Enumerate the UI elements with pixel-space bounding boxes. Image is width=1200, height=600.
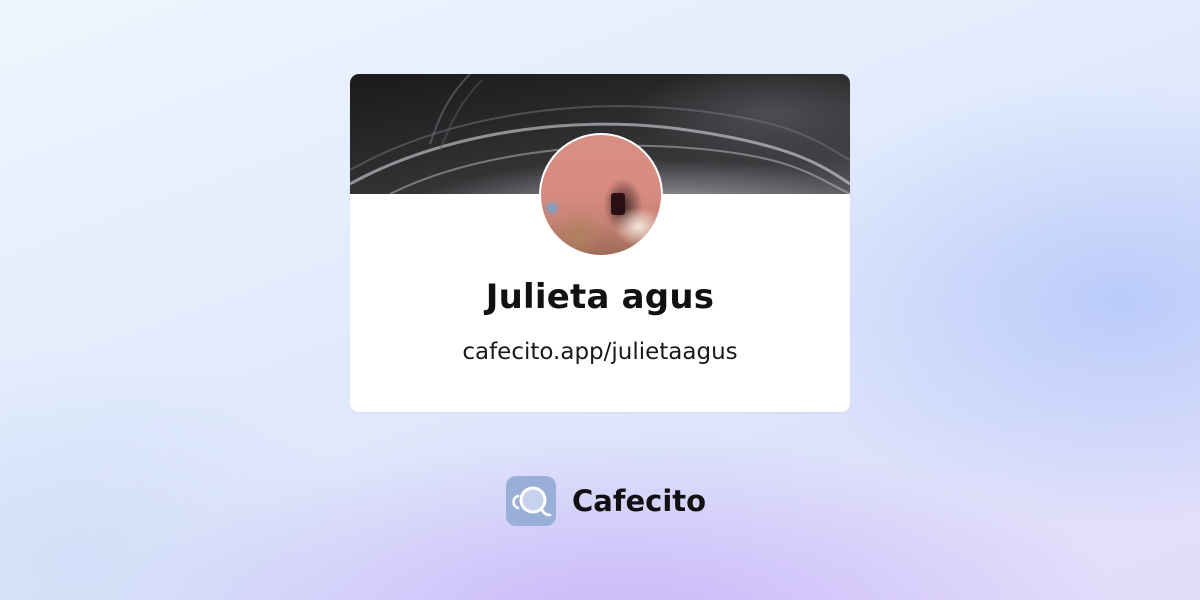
- profile-card: Julieta agus cafecito.app/julietaagus: [350, 74, 850, 412]
- profile-url[interactable]: cafecito.app/julietaagus: [350, 336, 850, 368]
- avatar-detail: [611, 193, 625, 215]
- brand-footer[interactable]: Cafecito: [506, 476, 706, 526]
- coffee-cup-icon: [506, 476, 556, 526]
- avatar-detail: [545, 199, 559, 217]
- brand-name: Cafecito: [572, 484, 707, 518]
- profile-name: Julieta agus: [485, 277, 715, 317]
- avatar: [539, 133, 663, 257]
